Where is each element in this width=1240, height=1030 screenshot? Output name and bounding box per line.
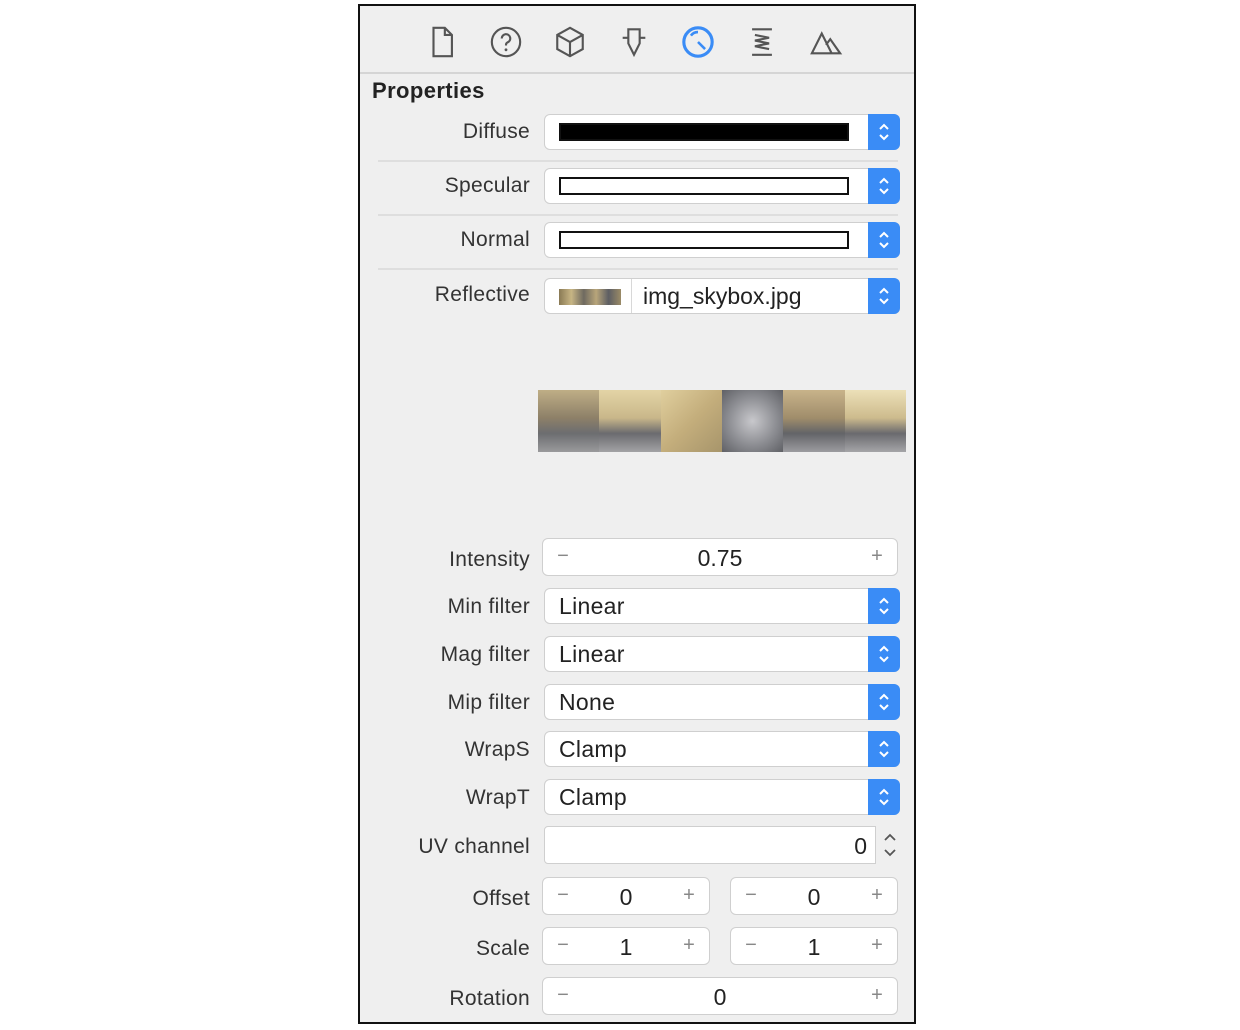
file-icon[interactable]	[422, 22, 462, 62]
wraps-popup-button[interactable]	[868, 731, 900, 767]
diffuse-swatch	[559, 123, 849, 141]
material-icon[interactable]	[678, 22, 718, 62]
section-title: Properties	[372, 78, 485, 103]
rotation-field[interactable]: − 0 +	[542, 977, 898, 1015]
chevron-updown-icon	[879, 740, 889, 758]
mag-filter-value: Linear	[559, 641, 625, 667]
mag-filter-popup[interactable]: Linear	[544, 636, 900, 672]
rotation-label: Rotation	[449, 987, 530, 1010]
inspector-toolbar	[360, 6, 914, 74]
rotation-value: 0	[713, 984, 727, 1010]
increment-button[interactable]: +	[679, 884, 699, 907]
specular-label: Specular	[444, 174, 530, 197]
wrapt-popup-button[interactable]	[868, 779, 900, 815]
mip-filter-popup-button[interactable]	[868, 684, 900, 720]
specular-color-well[interactable]	[544, 168, 900, 204]
min-filter-popup-button[interactable]	[868, 588, 900, 624]
mag-filter-popup-button[interactable]	[868, 636, 900, 672]
normal-color-well[interactable]	[544, 222, 900, 258]
mag-filter-label: Mag filter	[440, 643, 530, 666]
shader-icon[interactable]	[742, 22, 782, 62]
increment-button[interactable]: +	[867, 934, 887, 957]
intensity-value: 0.75	[697, 545, 743, 571]
scene-icon[interactable]	[806, 22, 846, 62]
reflective-popup-button[interactable]	[868, 278, 900, 314]
uv-channel-label: UV channel	[418, 835, 530, 858]
cube-icon[interactable]	[550, 22, 590, 62]
normal-popup-button[interactable]	[868, 222, 900, 258]
specular-swatch	[559, 177, 849, 195]
uv-channel-field[interactable]: 0	[544, 826, 876, 864]
intensity-label: Intensity	[449, 548, 530, 571]
chevron-updown-icon	[884, 833, 896, 857]
mip-filter-value: None	[559, 689, 616, 715]
node-icon[interactable]	[614, 22, 654, 62]
skybox-preview-image	[538, 390, 906, 452]
chevron-updown-icon	[879, 645, 889, 663]
uv-channel-stepper[interactable]	[880, 826, 900, 864]
inspector-panel: Properties Diffuse Specular Normal Refle…	[358, 4, 916, 1024]
increment-button[interactable]: +	[867, 884, 887, 907]
wraps-popup[interactable]: Clamp	[544, 731, 900, 767]
normal-label: Normal	[460, 228, 530, 251]
mip-filter-label: Mip filter	[447, 691, 530, 714]
scale-x-field[interactable]: − 1 +	[542, 927, 710, 965]
help-icon[interactable]	[486, 22, 526, 62]
normal-swatch	[559, 231, 849, 249]
diffuse-popup-button[interactable]	[868, 114, 900, 150]
offset-y-field[interactable]: − 0 +	[730, 877, 898, 915]
increment-button[interactable]: +	[867, 984, 887, 1007]
reflective-file-name: img_skybox.jpg	[643, 283, 802, 309]
chevron-updown-icon	[879, 788, 889, 806]
chevron-updown-icon	[879, 231, 889, 249]
wrapt-label: WrapT	[465, 786, 530, 809]
diffuse-color-well[interactable]	[544, 114, 900, 150]
diffuse-label: Diffuse	[462, 120, 530, 143]
chevron-updown-icon	[879, 177, 889, 195]
specular-popup-button[interactable]	[868, 168, 900, 204]
uv-channel-value: 0	[854, 833, 867, 859]
separator	[378, 268, 898, 270]
min-filter-label: Min filter	[447, 595, 530, 618]
scale-y-field[interactable]: − 1 +	[730, 927, 898, 965]
separator	[378, 214, 898, 216]
offset-label: Offset	[472, 887, 530, 910]
scale-label: Scale	[475, 937, 530, 960]
increment-button[interactable]: +	[679, 934, 699, 957]
wraps-label: WrapS	[464, 738, 530, 761]
divider	[631, 279, 632, 313]
chevron-updown-icon	[879, 597, 889, 615]
min-filter-value: Linear	[559, 593, 625, 619]
wrapt-popup[interactable]: Clamp	[544, 779, 900, 815]
intensity-field[interactable]: − 0.75 +	[542, 538, 898, 576]
reflective-thumbnail	[559, 289, 621, 305]
separator	[378, 160, 898, 162]
wrapt-value: Clamp	[559, 784, 627, 810]
reflective-label: Reflective	[434, 283, 530, 306]
reflective-image-popup[interactable]: img_skybox.jpg	[544, 278, 900, 314]
mip-filter-popup[interactable]: None	[544, 684, 900, 720]
chevron-updown-icon	[879, 693, 889, 711]
chevron-updown-icon	[879, 287, 889, 305]
increment-button[interactable]: +	[867, 545, 887, 568]
min-filter-popup[interactable]: Linear	[544, 588, 900, 624]
wraps-value: Clamp	[559, 736, 627, 762]
chevron-updown-icon	[879, 123, 889, 141]
offset-x-field[interactable]: − 0 +	[542, 877, 710, 915]
